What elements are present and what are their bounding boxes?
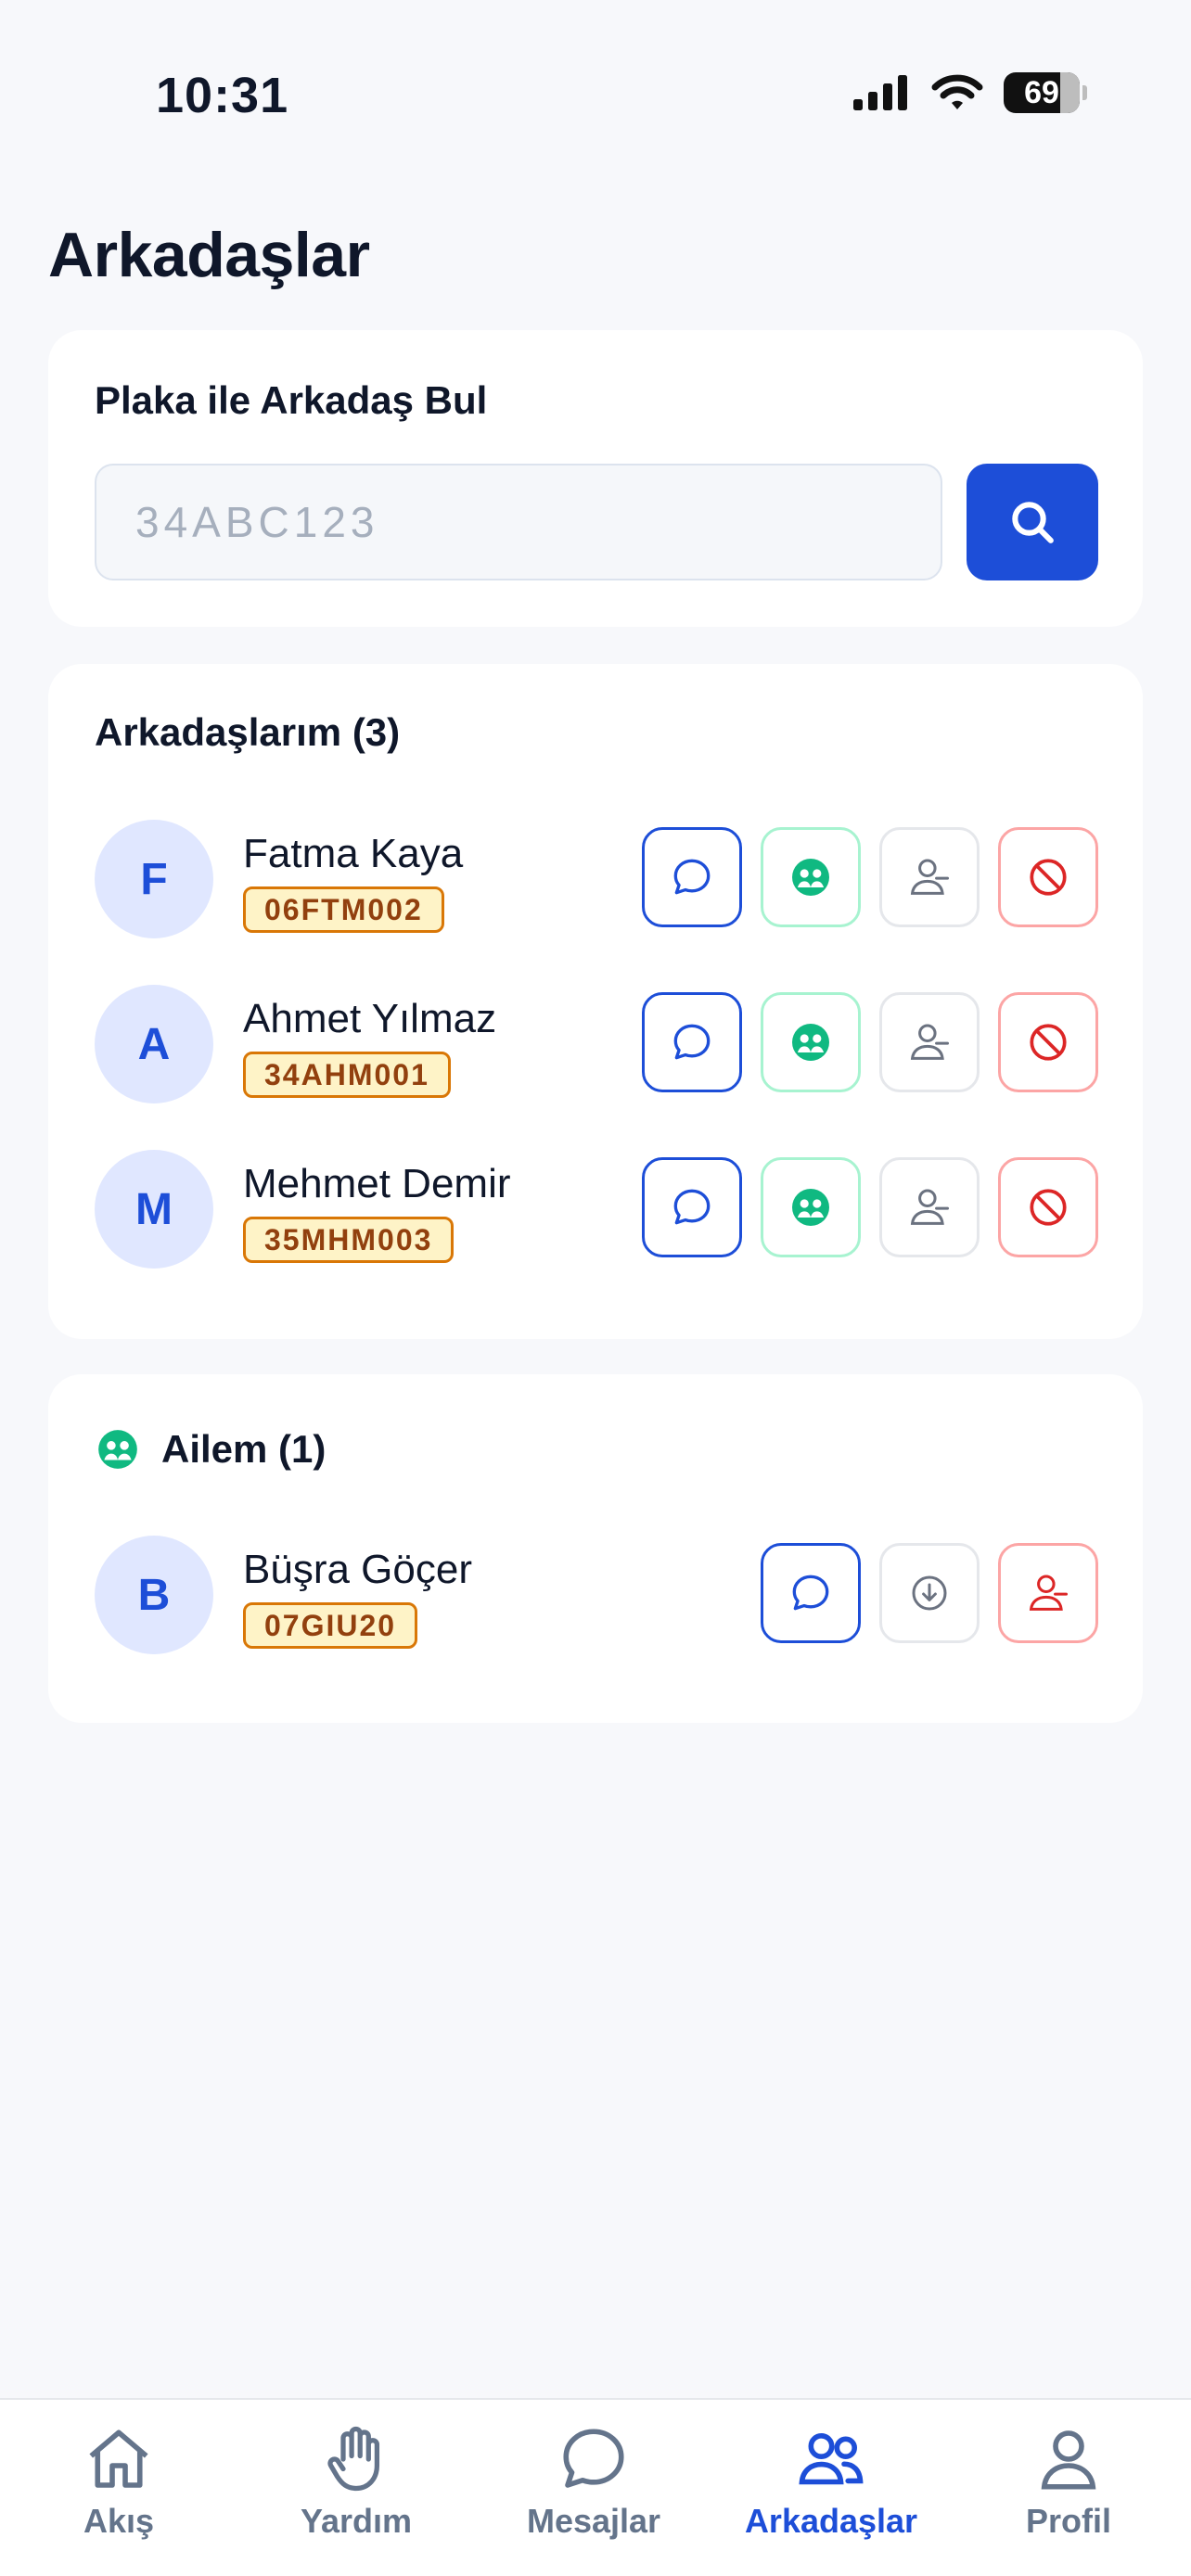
download-button[interactable]: [879, 1543, 980, 1643]
arrow-down-circle-icon: [912, 1575, 947, 1611]
search-icon: [1012, 502, 1054, 543]
family-section-title: Ailem (1): [161, 1427, 327, 1471]
search-button[interactable]: [967, 464, 1098, 580]
page-title: Arkadaşlar: [48, 220, 370, 290]
users-icon: [799, 2433, 864, 2485]
user-minus-icon: [910, 1024, 950, 1060]
family-section-header: Ailem (1): [95, 1426, 326, 1473]
user-minus-icon: [910, 859, 950, 895]
friends-screen: 10:31 69 Arkadaşlar Plaka ile Arkadaş Bu…: [0, 0, 1191, 2576]
add-to-family-button[interactable]: [761, 992, 861, 1092]
tab-mesajlar[interactable]: Mesajlar: [475, 2420, 712, 2541]
remove-from-family-button[interactable]: [998, 1543, 1098, 1643]
user-icon: [1041, 2430, 1096, 2490]
license-plate-badge: 07GIU20: [243, 1602, 418, 1649]
remove-friend-button[interactable]: [879, 1157, 980, 1257]
friend-row[interactable]: A Ahmet Yılmaz 34AHM001: [95, 985, 1098, 1103]
remove-friend-button[interactable]: [879, 827, 980, 927]
block-user-button[interactable]: [998, 1157, 1098, 1257]
battery-indicator: 69: [1004, 72, 1087, 113]
family-icon: [792, 1189, 829, 1226]
plate-search-card: Plaka ile Arkadaş Bul: [48, 330, 1143, 627]
friend-name: Ahmet Yılmaz: [243, 996, 497, 1041]
tab-label: Yardım: [300, 2502, 413, 2540]
friend-row[interactable]: M Mehmet Demir 35MHM003: [95, 1150, 1098, 1269]
avatar: M: [95, 1150, 213, 1269]
friend-name: Mehmet Demir: [243, 1161, 511, 1206]
avatar: A: [95, 985, 213, 1103]
friend-actions: [642, 992, 1098, 1092]
tab-label: Profil: [1025, 2502, 1111, 2540]
status-time: 10:31: [156, 68, 289, 123]
add-to-family-button[interactable]: [761, 827, 861, 927]
plate-search-input[interactable]: [95, 464, 942, 580]
status-bar: 10:31 69: [0, 0, 1191, 185]
user-minus-icon: [1029, 1575, 1069, 1611]
message-button[interactable]: [761, 1543, 861, 1643]
block-icon: [1030, 1189, 1067, 1226]
avatar: F: [95, 820, 213, 938]
block-user-button[interactable]: [998, 992, 1098, 1092]
license-plate-badge: 35MHM003: [243, 1217, 455, 1263]
friends-section-title: Arkadaşlarım (3): [95, 710, 401, 754]
user-minus-icon: [910, 1189, 950, 1225]
chat-bubble-icon: [792, 1575, 829, 1611]
tab-arkadaslar[interactable]: Arkadaşlar: [712, 2420, 950, 2541]
search-card-title: Plaka ile Arkadaş Bul: [95, 378, 488, 422]
add-to-family-button[interactable]: [761, 1157, 861, 1257]
friend-name: Fatma Kaya: [243, 831, 464, 876]
bottom-tab-bar: Akış Yardım Mesajlar Arkadaşlar Profil: [0, 2398, 1191, 2576]
hand-icon: [327, 2426, 380, 2492]
remove-friend-button[interactable]: [879, 992, 980, 1092]
family-member-row[interactable]: B Büşra Göçer 07GIU20: [95, 1536, 1098, 1654]
license-plate-badge: 34AHM001: [243, 1052, 451, 1098]
family-icon: [792, 1024, 829, 1061]
family-list-card: Ailem (1) B Büşra Göçer 07GIU20: [48, 1374, 1143, 1723]
tab-akis[interactable]: Akış: [0, 2420, 237, 2541]
message-button[interactable]: [642, 1157, 742, 1257]
tab-label: Akış: [83, 2502, 155, 2540]
battery-icon: 69: [1004, 72, 1080, 113]
block-icon: [1030, 859, 1067, 896]
avatar: B: [95, 1536, 213, 1654]
message-button[interactable]: [642, 827, 742, 927]
friend-actions: [642, 1157, 1098, 1257]
friends-list-card: Arkadaşlarım (3) F Fatma Kaya 06FTM002 A…: [48, 664, 1143, 1339]
license-plate-badge: 06FTM002: [243, 886, 444, 933]
battery-level: 69: [1024, 74, 1059, 110]
friend-actions: [642, 827, 1098, 927]
message-button[interactable]: [642, 992, 742, 1092]
family-member-actions: [761, 1543, 1098, 1643]
tab-label: Mesajlar: [526, 2502, 661, 2540]
tab-profil[interactable]: Profil: [950, 2420, 1187, 2541]
family-icon: [98, 1430, 137, 1469]
home-icon: [89, 2429, 148, 2488]
friend-row[interactable]: F Fatma Kaya 06FTM002: [95, 820, 1098, 938]
block-icon: [1030, 1024, 1067, 1061]
chat-bubble-icon: [673, 859, 711, 895]
block-user-button[interactable]: [998, 827, 1098, 927]
chat-bubble-icon: [563, 2429, 624, 2488]
cellular-signal-icon: [853, 75, 907, 110]
tab-label: Arkadaşlar: [744, 2502, 918, 2540]
status-icons: 69: [853, 72, 1087, 113]
family-member-name: Büşra Göçer: [243, 1547, 472, 1592]
wifi-icon: [931, 74, 983, 109]
chat-bubble-icon: [673, 1189, 711, 1225]
family-icon: [792, 859, 829, 896]
tab-yardim[interactable]: Yardım: [237, 2420, 475, 2541]
chat-bubble-icon: [673, 1024, 711, 1060]
